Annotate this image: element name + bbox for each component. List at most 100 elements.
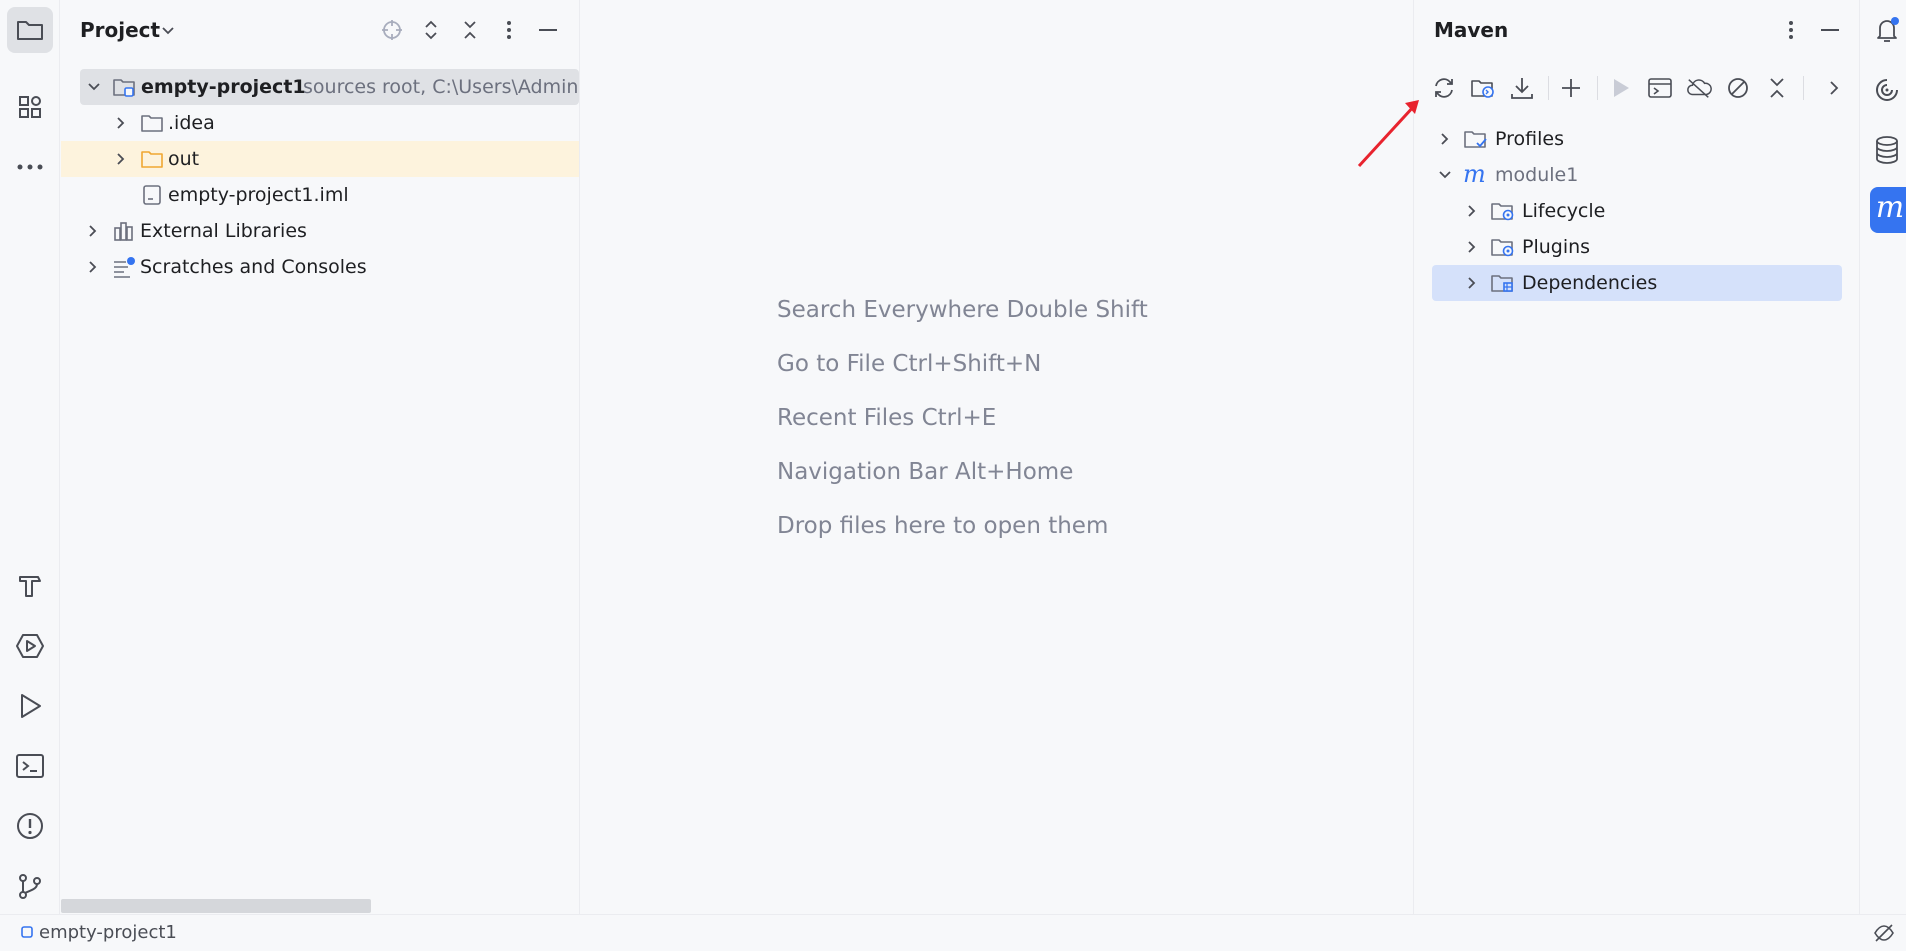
tree-row-out[interactable]: out <box>61 141 579 177</box>
notifications-icon <box>1872 15 1902 45</box>
hint-search-everywhere: Search Everywhere Double Shift <box>777 297 1148 323</box>
ai-assistant-button[interactable] <box>1867 70 1906 110</box>
offline-icon[interactable] <box>1686 75 1712 101</box>
chevron-right-icon[interactable] <box>1464 239 1480 255</box>
run-icon[interactable] <box>1608 75 1634 101</box>
hint-drop-files: Drop files here to open them <box>777 513 1109 539</box>
expand-all-icon[interactable] <box>420 19 442 41</box>
run-icon <box>17 692 43 720</box>
annotation-arrow <box>1357 100 1419 168</box>
maven-tree-label: Lifecycle <box>1522 200 1606 222</box>
problems-tool-button[interactable] <box>7 803 53 849</box>
folder-icon <box>141 115 163 132</box>
folder-icon <box>16 18 44 42</box>
maven-icon: m <box>1875 190 1905 225</box>
hide-panel-icon[interactable] <box>537 19 559 41</box>
tree-row-idea[interactable]: .idea <box>61 105 579 141</box>
maven-tool-button[interactable]: m <box>1870 187 1906 233</box>
dependencies-folder-icon <box>1491 275 1513 292</box>
excluded-folder-icon <box>141 151 163 168</box>
locate-icon[interactable] <box>381 19 403 41</box>
generate-sources-icon[interactable] <box>1470 75 1496 101</box>
more-icon <box>16 163 44 171</box>
horizontal-scrollbar[interactable] <box>61 899 371 913</box>
file-icon <box>143 185 161 205</box>
structure-tool-button[interactable] <box>7 84 53 130</box>
toolbar-separator <box>1548 76 1549 100</box>
chevron-down-icon[interactable] <box>161 24 175 38</box>
skip-tests-icon[interactable] <box>1725 75 1751 101</box>
chevron-right-icon[interactable] <box>113 115 129 131</box>
lifecycle-folder-icon <box>1491 203 1514 221</box>
tree-label: out <box>168 148 200 170</box>
tree-row-iml-file[interactable]: empty-project1.iml <box>61 177 579 213</box>
more-tools-button[interactable] <box>7 144 53 190</box>
options-kebab-icon[interactable] <box>498 19 520 41</box>
hide-inlays-icon[interactable] <box>1873 923 1895 943</box>
maven-panel: Maven Profiles m module1 Lifecycle Plugi… <box>1413 0 1860 914</box>
problems-icon <box>16 812 44 840</box>
editor-empty-area[interactable]: Search Everywhere Double Shift Go to Fil… <box>580 0 1413 914</box>
collapse-all-icon[interactable] <box>459 19 481 41</box>
profiles-folder-icon <box>1464 131 1487 148</box>
execute-goal-icon[interactable] <box>1647 75 1673 101</box>
options-kebab-icon[interactable] <box>1780 19 1802 41</box>
tree-row-external-libraries[interactable]: External Libraries <box>61 213 579 249</box>
maven-tree-label: Dependencies <box>1522 272 1658 294</box>
services-icon <box>15 632 45 660</box>
reload-icon[interactable] <box>1431 75 1457 101</box>
plugins-folder-icon <box>1491 239 1514 257</box>
git-icon <box>16 872 44 900</box>
more-chevron-icon[interactable] <box>1821 75 1847 101</box>
maven-tree-row-plugins[interactable]: Plugins <box>1432 229 1850 265</box>
hint-navigation-bar: Navigation Bar Alt+Home <box>777 459 1074 485</box>
git-tool-button[interactable] <box>7 863 53 909</box>
chevron-right-icon[interactable] <box>1464 203 1480 219</box>
chevron-down-icon[interactable] <box>1437 167 1453 183</box>
services-tool-button[interactable] <box>7 623 53 669</box>
module-folder-icon <box>113 79 135 97</box>
collapse-icon[interactable] <box>1764 75 1790 101</box>
run-tool-button[interactable] <box>7 683 53 729</box>
status-project-name[interactable]: empty-project1 <box>39 922 177 943</box>
maven-tree-row-module1[interactable]: m module1 <box>1432 157 1850 193</box>
structure-icon <box>17 94 43 120</box>
terminal-icon <box>15 753 45 779</box>
maven-tree-label: Profiles <box>1495 128 1564 150</box>
chevron-right-icon[interactable] <box>1464 275 1480 291</box>
module-square-icon <box>21 926 33 938</box>
project-tool-button[interactable] <box>7 7 53 53</box>
database-button[interactable] <box>1867 130 1906 170</box>
hint-recent-files: Recent Files Ctrl+E <box>777 405 997 431</box>
maven-tree-row-lifecycle[interactable]: Lifecycle <box>1432 193 1850 229</box>
tree-row-project-root[interactable]: empty-project1 sources root, C:\Users\Ad… <box>80 69 579 105</box>
left-tool-strip <box>0 0 60 914</box>
maven-tree-row-profiles[interactable]: Profiles <box>1432 121 1850 157</box>
maven-tree-row-dependencies[interactable]: Dependencies <box>1432 265 1842 301</box>
database-icon <box>1874 135 1900 165</box>
project-view-selector[interactable]: Project <box>80 18 160 42</box>
notifications-button[interactable] <box>1867 10 1906 50</box>
maven-tree-label: module1 <box>1495 164 1579 186</box>
hint-go-to-file: Go to File Ctrl+Shift+N <box>777 351 1042 377</box>
chevron-right-icon[interactable] <box>1437 131 1453 147</box>
project-root-path: sources root, C:\Users\Admini <box>303 76 579 98</box>
tree-label: External Libraries <box>140 220 307 242</box>
tree-row-scratches[interactable]: Scratches and Consoles <box>61 249 579 285</box>
terminal-tool-button[interactable] <box>7 743 53 789</box>
maven-tree-label: Plugins <box>1522 236 1591 258</box>
chevron-right-icon[interactable] <box>85 223 101 239</box>
download-icon[interactable] <box>1509 75 1535 101</box>
chevron-right-icon[interactable] <box>85 259 101 275</box>
status-bar: empty-project1 <box>0 914 1906 951</box>
tree-label: .idea <box>168 112 215 134</box>
toolbar-separator <box>1803 76 1804 100</box>
project-panel: Project empty-project1 sources root, C:\… <box>61 0 580 914</box>
chevron-down-icon[interactable] <box>86 79 102 95</box>
hide-panel-icon[interactable] <box>1819 19 1841 41</box>
chevron-right-icon[interactable] <box>113 151 129 167</box>
add-icon[interactable] <box>1558 75 1584 101</box>
maven-module-icon: m <box>1463 160 1486 188</box>
build-tool-button[interactable] <box>7 563 53 609</box>
scratches-icon <box>114 257 135 278</box>
